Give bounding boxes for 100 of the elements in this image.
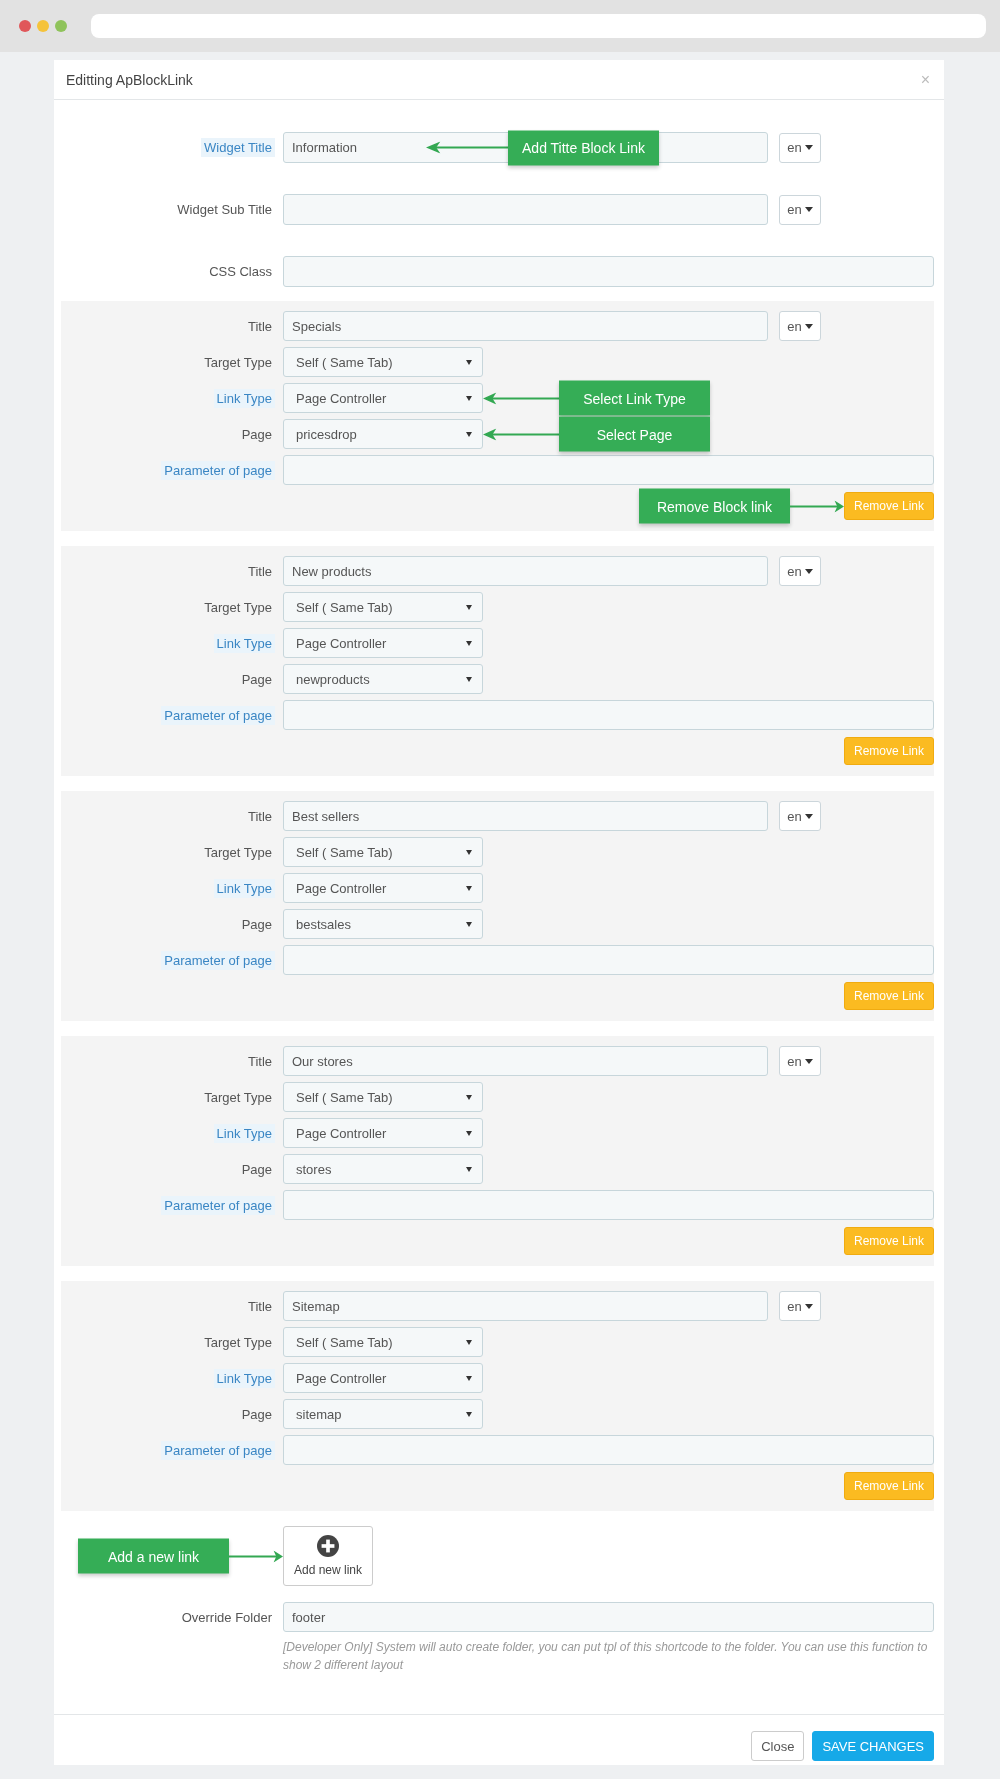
- caret-icon: [804, 568, 813, 574]
- caret-icon: [466, 1375, 472, 1381]
- language-dropdown[interactable]: en: [779, 1046, 821, 1076]
- field-label: Title: [246, 1052, 273, 1071]
- window-button[interactable]: [55, 20, 67, 32]
- caret-icon: [466, 885, 472, 891]
- field-label: CSS Class: [208, 263, 273, 281]
- language-dropdown[interactable]: en: [779, 132, 821, 163]
- field-label: Link Type: [213, 1123, 275, 1143]
- input-field[interactable]: footer: [283, 1602, 934, 1632]
- add-link-button[interactable]: Add new link: [283, 1526, 373, 1586]
- field-label: Page: [240, 425, 273, 444]
- caret-icon: [466, 359, 472, 365]
- select-dropdown[interactable]: Self ( Same Tab): [283, 347, 483, 377]
- caret-icon: [804, 323, 813, 329]
- field-label: Link Type: [213, 388, 275, 408]
- input-field[interactable]: Our stores: [283, 1046, 768, 1076]
- select-dropdown[interactable]: Self ( Same Tab): [283, 592, 483, 622]
- callout-label: Select Link Type: [559, 380, 710, 416]
- caret-icon: [466, 1130, 472, 1136]
- window-button[interactable]: [37, 20, 49, 32]
- callout-label: Add a new link: [78, 1538, 229, 1574]
- field-label: Link Type: [213, 878, 275, 898]
- language-dropdown[interactable]: en: [779, 1291, 821, 1321]
- select-dropdown[interactable]: bestsales: [283, 909, 483, 939]
- select-dropdown[interactable]: Page Controller: [283, 1118, 483, 1148]
- select-dropdown[interactable]: Self ( Same Tab): [283, 1082, 483, 1112]
- caret-icon: [466, 640, 472, 646]
- input-field[interactable]: Sitemap: [283, 1291, 768, 1321]
- field-label: Widget Title: [201, 138, 275, 157]
- field-label: Target Type: [203, 843, 273, 862]
- field-label: Page: [240, 670, 273, 689]
- pointer-arrow: [229, 1550, 283, 1562]
- input-field[interactable]: Specials: [283, 311, 768, 341]
- caret-icon: [804, 813, 813, 819]
- input-field[interactable]: New products: [283, 556, 768, 586]
- field-label: Title: [246, 1297, 273, 1316]
- caret-icon: [466, 1339, 472, 1345]
- select-dropdown[interactable]: Page Controller: [283, 628, 483, 658]
- input-field[interactable]: [283, 1190, 934, 1220]
- window-button[interactable]: [19, 20, 31, 32]
- caret-icon: [804, 207, 813, 212]
- field-label: Parameter of page: [161, 705, 275, 725]
- field-label: Override Folder: [180, 1608, 273, 1627]
- field-label: Page: [240, 1160, 273, 1179]
- field-label: Parameter of page: [161, 950, 275, 970]
- modal-title: Editting ApBlockLink: [66, 71, 193, 88]
- field-label: Widget Sub Title: [176, 201, 273, 219]
- input-field[interactable]: Best sellers: [283, 801, 768, 831]
- field-label: Link Type: [213, 633, 275, 653]
- input-field[interactable]: [283, 1435, 934, 1465]
- field-label: Target Type: [203, 353, 273, 372]
- select-dropdown[interactable]: stores: [283, 1154, 483, 1184]
- input-field[interactable]: [283, 256, 934, 287]
- caret-icon: [804, 1303, 813, 1309]
- field-label: Target Type: [203, 1333, 273, 1352]
- select-dropdown[interactable]: sitemap: [283, 1399, 483, 1429]
- address-bar[interactable]: [91, 14, 986, 38]
- select-dropdown[interactable]: Self ( Same Tab): [283, 1327, 483, 1357]
- callout-tooltip: Add Titte Block Link: [508, 130, 659, 165]
- language-dropdown[interactable]: en: [779, 556, 821, 586]
- field-label: Link Type: [213, 1368, 275, 1388]
- caret-icon: [466, 849, 472, 855]
- pointer-arrow: [790, 500, 844, 512]
- select-dropdown[interactable]: Self ( Same Tab): [283, 837, 483, 867]
- input-field[interactable]: [283, 945, 934, 975]
- caret-icon: [804, 1058, 813, 1064]
- caret-icon: [466, 921, 472, 927]
- caret-icon: [466, 431, 472, 437]
- caret-icon: [466, 1411, 472, 1417]
- field-label: Page: [240, 1405, 273, 1424]
- input-field[interactable]: [283, 194, 768, 225]
- field-label: Title: [246, 807, 273, 826]
- caret-icon: [466, 1094, 472, 1100]
- select-dropdown[interactable]: Page Controller: [283, 873, 483, 903]
- callout-label: Remove Block link: [639, 488, 790, 524]
- caret-icon: [466, 676, 472, 682]
- caret-icon: [466, 604, 472, 610]
- field-label: Page: [240, 915, 273, 934]
- plus-icon: [317, 1535, 339, 1557]
- input-field[interactable]: [283, 455, 934, 485]
- select-dropdown[interactable]: newproducts: [283, 664, 483, 694]
- field-label: Parameter of page: [161, 460, 275, 480]
- select-dropdown[interactable]: pricesdrop: [283, 419, 483, 449]
- language-dropdown[interactable]: en: [779, 194, 821, 225]
- field-label: Title: [246, 317, 273, 336]
- language-dropdown[interactable]: en: [779, 311, 821, 341]
- select-dropdown[interactable]: Page Controller: [283, 1363, 483, 1393]
- input-field[interactable]: [283, 700, 934, 730]
- field-label: Parameter of page: [161, 1440, 275, 1460]
- caret-icon: [804, 145, 813, 150]
- callout-label: Select Page: [559, 416, 710, 452]
- field-label: Title: [246, 562, 273, 581]
- field-label: Parameter of page: [161, 1195, 275, 1215]
- caret-icon: [466, 395, 472, 401]
- field-label: Target Type: [203, 598, 273, 617]
- select-dropdown[interactable]: Page Controller: [283, 383, 483, 413]
- close-button[interactable]: Close: [751, 1731, 805, 1761]
- language-dropdown[interactable]: en: [779, 801, 821, 831]
- caret-icon: [466, 1166, 472, 1172]
